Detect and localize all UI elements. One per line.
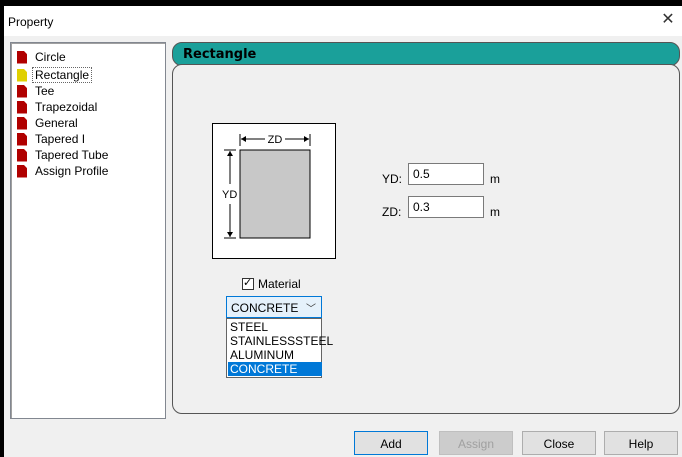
yd-unit: m: [490, 172, 500, 186]
document-icon: [17, 116, 27, 130]
document-icon: [17, 132, 27, 146]
tree-item-label: Tapered I: [35, 132, 86, 146]
tree-item-label: General: [35, 116, 78, 130]
tree-item-label: Trapezoidal: [35, 100, 98, 114]
tree-item-tee[interactable]: Tee: [17, 83, 56, 99]
material-checkbox-row[interactable]: ✓ Material: [242, 277, 301, 291]
close-icon[interactable]: ✕: [660, 12, 676, 28]
document-icon: [17, 84, 27, 98]
material-option-steel[interactable]: STEEL: [228, 320, 322, 334]
yd-label: YD:: [382, 172, 403, 186]
check-icon: ✓: [243, 277, 253, 289]
tree-item-trapezoidal[interactable]: Trapezoidal: [17, 99, 99, 115]
rectangle-diagram: ZD YD: [212, 123, 336, 259]
zd-label: ZD:: [382, 205, 402, 219]
material-option-concrete[interactable]: CONCRETE: [228, 362, 322, 376]
material-option-aluminum[interactable]: ALUMINUM: [228, 348, 322, 362]
material-checkbox[interactable]: ✓: [242, 277, 254, 290]
document-icon: [17, 68, 27, 82]
tree-item-tapered-i[interactable]: Tapered I: [17, 131, 87, 147]
material-dropdown-list: STEEL STAINLESSSTEEL ALUMINUM CONCRETE: [226, 318, 333, 378]
rectangle-section-drawing: ZD YD: [222, 134, 311, 239]
document-icon: [17, 164, 27, 178]
material-selected-value: CONCRETE: [231, 301, 299, 315]
document-icon: [17, 50, 27, 64]
zd-input[interactable]: [408, 196, 484, 218]
title-bar: Property ✕: [4, 6, 682, 36]
tree-item-general[interactable]: General: [17, 115, 80, 131]
help-button[interactable]: Help: [604, 431, 678, 455]
add-button[interactable]: Add: [354, 431, 428, 455]
tree-item-tapered-tube[interactable]: Tapered Tube: [17, 147, 110, 163]
document-icon: [17, 148, 27, 162]
profile-tree: Circle Rectangle Tee Trapezoidal General…: [10, 42, 166, 419]
zd-dimension-label: ZD: [268, 134, 283, 146]
tree-item-assign-profile[interactable]: Assign Profile: [17, 163, 110, 179]
section-title: Rectangle: [183, 47, 257, 62]
document-icon: [17, 100, 27, 114]
yd-input[interactable]: [408, 163, 484, 185]
tree-item-label: Circle: [35, 50, 66, 64]
tree-item-label: Tapered Tube: [35, 148, 109, 162]
tree-item-rectangle[interactable]: Rectangle: [17, 67, 93, 83]
tree-item-label: Rectangle: [31, 67, 93, 83]
property-dialog: Property ✕ Circle Rectangle Tee Trapezoi…: [4, 6, 682, 457]
yd-dimension-label: YD: [222, 189, 237, 201]
section-header: Rectangle: [172, 42, 680, 66]
material-option-stainlesssteel[interactable]: STAINLESSSTEEL: [228, 334, 333, 348]
chevron-down-icon[interactable]: ﹀: [306, 300, 316, 315]
assign-button[interactable]: Assign: [439, 431, 513, 455]
tree-item-label: Assign Profile: [35, 164, 109, 178]
tree-item-circle[interactable]: Circle: [17, 49, 68, 65]
window-title: Property: [8, 15, 54, 29]
material-label: Material: [258, 277, 301, 291]
zd-unit: m: [490, 205, 500, 219]
material-select[interactable]: CONCRETE ﹀: [226, 296, 322, 318]
close-button[interactable]: Close: [522, 431, 596, 455]
tree-item-label: Tee: [35, 84, 55, 98]
